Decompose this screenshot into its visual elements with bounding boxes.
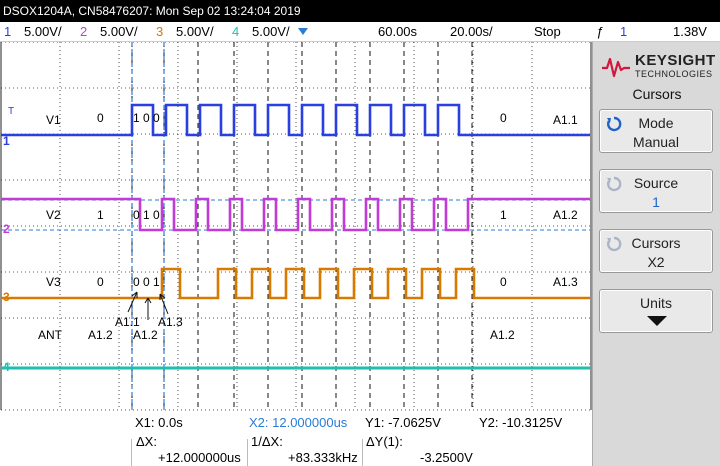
label-ant: ANT	[38, 328, 62, 342]
source-value: 1	[652, 194, 660, 210]
run-state[interactable]: Stop	[534, 22, 561, 42]
ch4-ground-marker[interactable]: 4	[3, 360, 10, 374]
ch3-number[interactable]: 3	[156, 22, 163, 42]
trigger-channel[interactable]: 1	[620, 22, 627, 42]
waveform-graticule	[0, 41, 592, 411]
readout-divider	[131, 439, 132, 466]
ch1-ground-marker[interactable]: 1	[3, 134, 10, 148]
mode-softkey[interactable]: Mode Manual	[599, 109, 713, 153]
x1-readout: X1: 0.0s	[135, 415, 183, 430]
menu-title: Cursors	[632, 86, 682, 102]
annotation-arrow	[144, 297, 152, 320]
y2-readout: Y2: -10.3125V	[479, 415, 563, 430]
trigger-level[interactable]: 1.38V	[673, 22, 707, 42]
brand-sub: TECHNOLOGIES	[635, 69, 713, 79]
label-v3-bits: 0 0 1	[133, 275, 160, 289]
label-v2: V2	[46, 208, 61, 222]
label-arrow-a13: A1.3	[158, 315, 183, 329]
submenu-arrow-icon	[647, 316, 667, 326]
source-label: Source	[633, 175, 679, 191]
ch2-ground-marker[interactable]: 2	[3, 222, 10, 236]
cursors-value: X2	[647, 254, 665, 270]
mode-value: Manual	[633, 134, 679, 150]
ch2-scale[interactable]: 5.00V/	[100, 22, 138, 42]
source-softkey[interactable]: Source 1	[599, 169, 713, 213]
label-v2-tag: A1.2	[553, 208, 578, 222]
label-ant-mid: A1.2	[133, 328, 158, 342]
mode-label: Mode	[638, 115, 674, 131]
y1-readout: Y1: -7.0625V	[365, 415, 441, 430]
label-v1-tag: A1.1	[553, 113, 578, 127]
delta-y-label: ΔY(1):	[366, 434, 403, 449]
ch3-ground-marker[interactable]: 3	[3, 290, 10, 304]
label-v1-bits: 1 0 0	[133, 111, 160, 125]
inv-delta-x-label: 1/ΔX:	[251, 434, 283, 449]
inv-delta-x-value: +83.333kHz	[288, 450, 358, 465]
label-v2-right: 1	[500, 208, 507, 222]
units-softkey[interactable]: Units	[599, 289, 713, 333]
waveform-display[interactable]: V1 0 1 0 0 0 A1.1 V2 1 0 1 0 1 A1.2 V3 0…	[0, 41, 592, 412]
softkey-panel: KEYSIGHT TECHNOLOGIES Cursors Mode Manua…	[592, 42, 720, 466]
cursors-softkey[interactable]: Cursors X2	[599, 229, 713, 273]
ch4-scale[interactable]: 5.00V/	[252, 22, 290, 42]
ch4-number[interactable]: 4	[232, 22, 239, 42]
delta-x-label: ΔX:	[136, 434, 157, 449]
readout-divider	[362, 439, 363, 466]
ch3-scale[interactable]: 5.00V/	[176, 22, 214, 42]
delta-y-value: -3.2500V	[420, 450, 473, 465]
label-v3-right: 0	[500, 275, 507, 289]
cursors-label: Cursors	[631, 235, 681, 251]
label-v2-left: 1	[97, 208, 104, 222]
label-v1-left: 0	[97, 111, 104, 125]
label-v1: V1	[46, 113, 61, 127]
title-bar: DSOX1204A, CN58476207: Mon Sep 02 13:24:…	[0, 0, 720, 22]
trigger-level-marker[interactable]: T	[8, 106, 14, 117]
keysight-logo: KEYSIGHT TECHNOLOGIES	[599, 48, 715, 84]
label-ant-right: A1.2	[490, 328, 515, 342]
label-arrow-a11: A1.1	[115, 315, 140, 329]
units-label: Units	[640, 295, 672, 311]
readout-divider	[247, 439, 248, 466]
label-v3-left: 0	[97, 275, 104, 289]
ch1-scale[interactable]: 5.00V/	[24, 22, 62, 42]
brand-name: KEYSIGHT	[635, 52, 716, 69]
label-v1-right: 0	[500, 111, 507, 125]
horizontal-delay[interactable]: 60.00s	[378, 22, 417, 42]
horizontal-scale[interactable]: 20.00s/	[450, 22, 493, 42]
keysight-wave-icon	[602, 57, 630, 78]
label-ant-left: A1.2	[88, 328, 113, 342]
label-v3-tag: A1.3	[553, 275, 578, 289]
x2-readout: X2: 12.000000us	[249, 415, 348, 430]
delta-x-value: +12.000000us	[158, 450, 241, 465]
label-v2-bits: 0 1 0	[133, 208, 160, 222]
label-v3: V3	[46, 275, 61, 289]
cursor-readout: X1: 0.0s X2: 12.000000us Y1: -7.0625V Y2…	[0, 412, 592, 466]
channel-status-bar: 1 5.00V/ 2 5.00V/ 3 5.00V/ 4 5.00V/ 60.0…	[0, 22, 720, 42]
trigger-edge-icon: ƒ	[596, 24, 604, 39]
trigger-position-marker	[298, 28, 308, 35]
ch1-number[interactable]: 1	[4, 22, 11, 42]
ch2-number[interactable]: 2	[80, 22, 87, 42]
